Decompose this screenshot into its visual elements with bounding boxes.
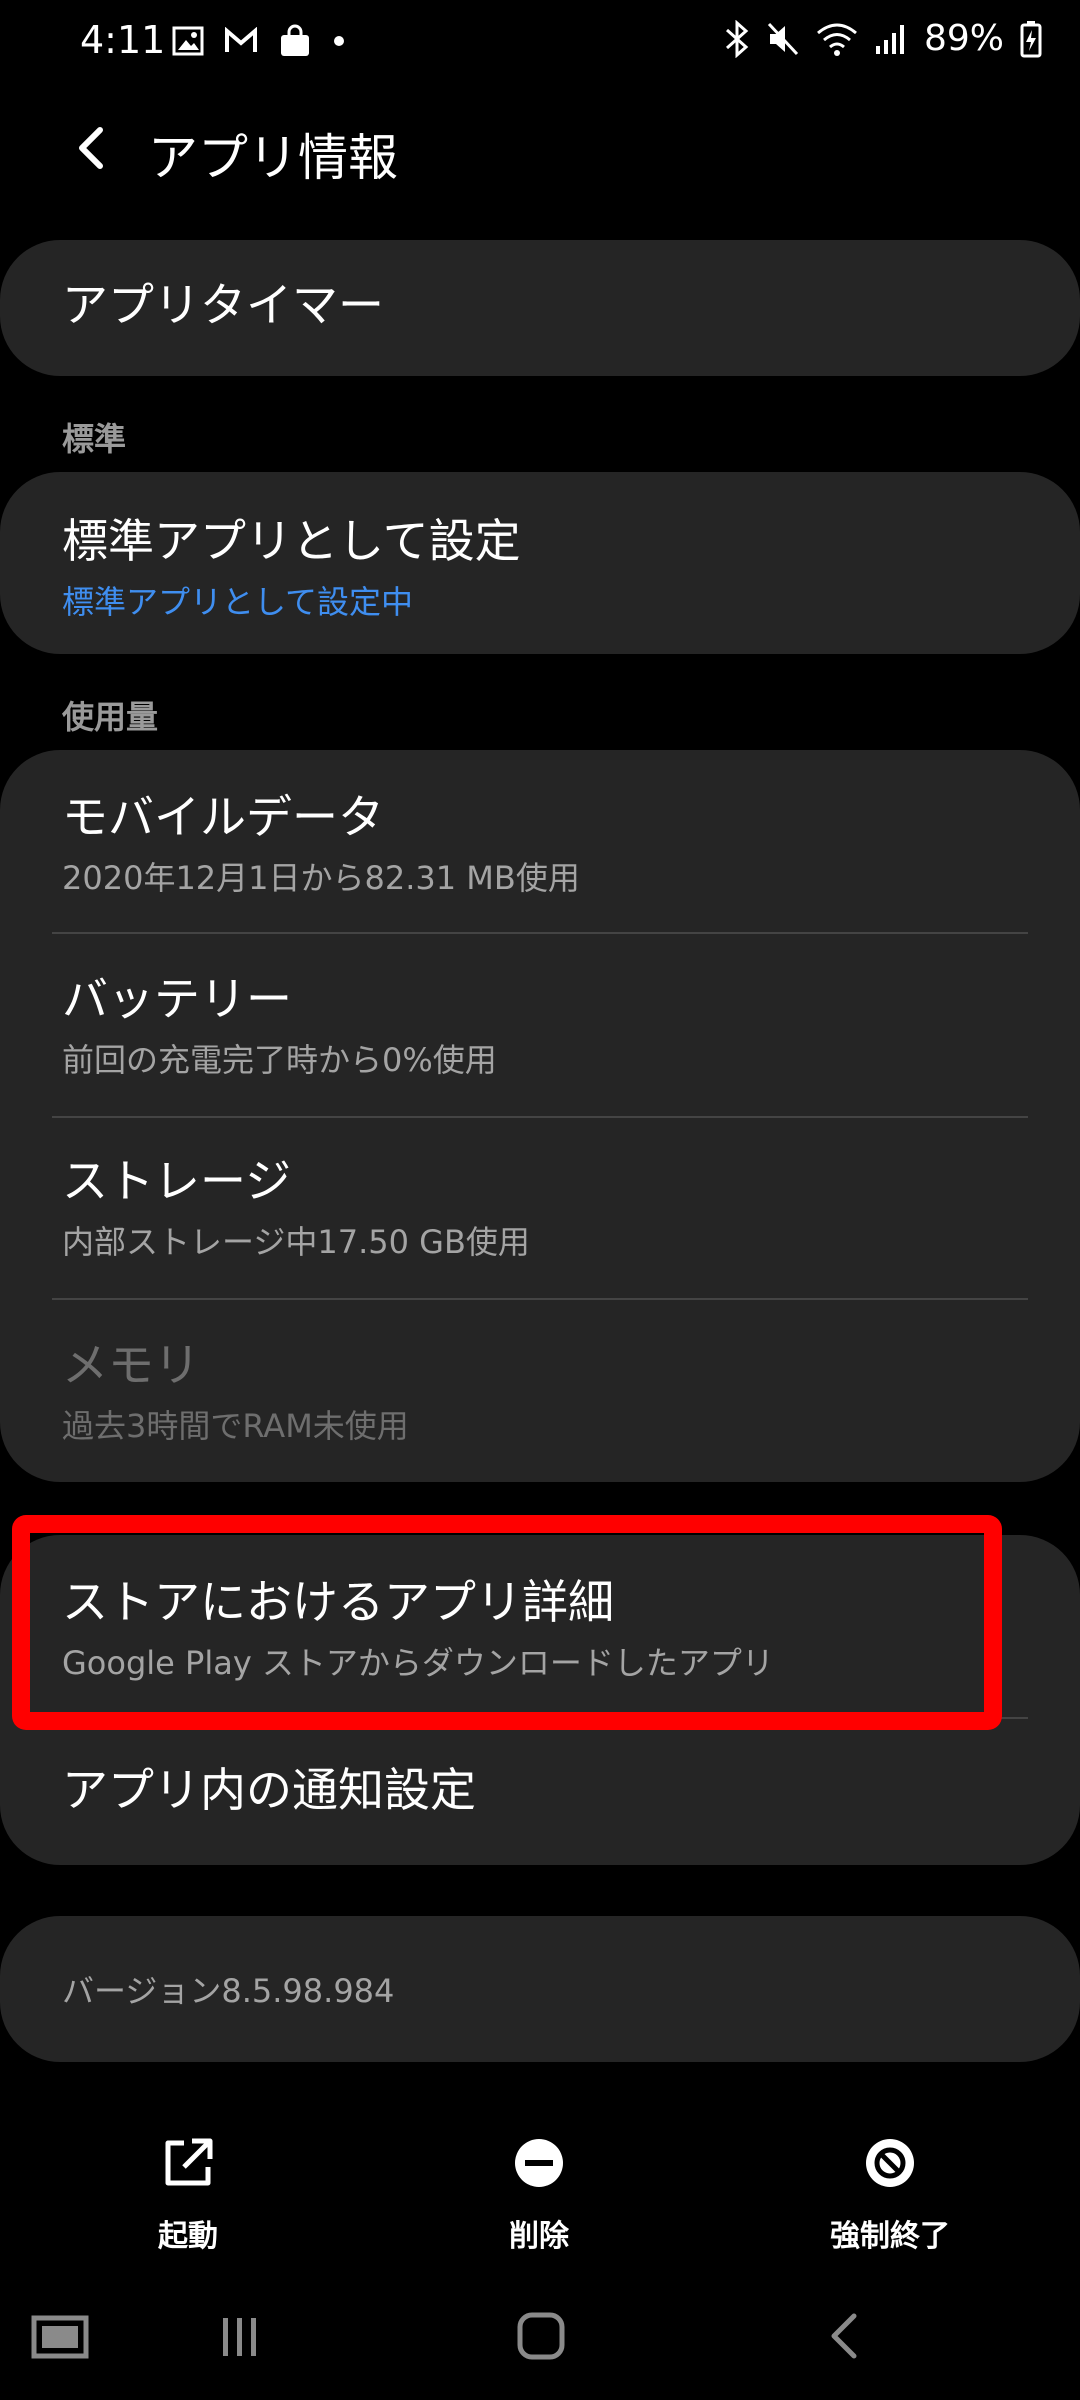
shopping-bag-icon xyxy=(281,24,309,56)
battery-percent: 89% xyxy=(923,18,1004,59)
default-app-title: 標準アプリとして設定 xyxy=(62,514,521,568)
divider xyxy=(52,932,1028,934)
force-stop-button[interactable]: 強制終了 xyxy=(810,2135,970,2255)
navigation-bar xyxy=(0,2290,1080,2400)
default-app-card[interactable]: 標準アプリとして設定 標準アプリとして設定中 xyxy=(0,472,1080,654)
mobile-data-title: モバイルデータ xyxy=(62,790,384,844)
storage-title: ストレージ xyxy=(62,1154,292,1208)
storage-item[interactable]: ストレージ 内部ストレージ中17.50 GB使用 xyxy=(62,1154,1020,1263)
back-arrow-icon[interactable] xyxy=(62,118,122,178)
section-default: 標準 xyxy=(62,420,127,458)
notification-settings-title: アプリ内の通知設定 xyxy=(62,1763,476,1817)
block-icon xyxy=(866,2139,914,2187)
app-timer-card[interactable]: アプリタイマー xyxy=(0,240,1080,376)
divider xyxy=(52,1298,1028,1300)
memory-item: メモリ 過去3時間でRAM未使用 xyxy=(62,1338,1020,1447)
uninstall-button[interactable]: 削除 xyxy=(459,2135,619,2255)
status-time: 4:11 xyxy=(80,18,166,62)
storage-subtitle: 内部ストレージ中17.50 GB使用 xyxy=(62,1223,530,1262)
recent-apps-icon[interactable] xyxy=(215,2312,265,2362)
app-timer-label: アプリタイマー xyxy=(62,278,384,332)
highlight-box xyxy=(12,1515,1002,1730)
mute-icon xyxy=(767,22,799,55)
usage-card: モバイルデータ 2020年12月1日から82.31 MB使用 バッテリー 前回の… xyxy=(0,750,1080,1482)
battery-charging-icon xyxy=(1020,20,1042,57)
remove-circle-icon xyxy=(515,2139,563,2187)
version-card: バージョン8.5.98.984 xyxy=(0,1916,1080,2062)
battery-item[interactable]: バッテリー 前回の充電完了時から0%使用 xyxy=(62,972,1020,1081)
open-label: 起動 xyxy=(158,2219,218,2254)
memory-title: メモリ xyxy=(62,1338,200,1392)
dot-icon xyxy=(334,36,344,46)
battery-subtitle: 前回の充電完了時から0%使用 xyxy=(62,1041,497,1080)
back-nav-icon[interactable] xyxy=(820,2310,870,2362)
default-app-status: 標準アプリとして設定中 xyxy=(62,583,414,622)
force-stop-label: 強制終了 xyxy=(830,2219,950,2254)
action-bar: 起動 削除 強制終了 xyxy=(0,2120,1080,2260)
app-bar: アプリ情報 xyxy=(0,100,1080,200)
open-button[interactable]: 起動 xyxy=(108,2135,268,2255)
status-bar: 4:11 89% xyxy=(0,0,1080,90)
home-icon[interactable] xyxy=(515,2310,567,2362)
version-text: バージョン8.5.98.984 xyxy=(62,1972,395,2010)
open-external-icon xyxy=(165,2138,213,2186)
signal-icon xyxy=(875,24,904,54)
mobile-data-item[interactable]: モバイルデータ 2020年12月1日から82.31 MB使用 xyxy=(62,790,1020,899)
battery-title: バッテリー xyxy=(62,972,292,1026)
bluetooth-icon xyxy=(725,19,749,58)
divider xyxy=(52,1116,1028,1118)
uninstall-label: 削除 xyxy=(509,2219,569,2254)
image-notification-icon xyxy=(172,26,204,56)
mobile-data-subtitle: 2020年12月1日から82.31 MB使用 xyxy=(62,859,580,898)
section-usage: 使用量 xyxy=(62,698,159,736)
wifi-icon xyxy=(817,23,857,56)
page-title: アプリ情報 xyxy=(148,129,398,187)
gmail-icon xyxy=(225,27,257,52)
notification-settings-item[interactable]: アプリ内の通知設定 xyxy=(62,1763,1020,1818)
keyboard-toggle-icon[interactable] xyxy=(30,2312,90,2362)
memory-subtitle: 過去3時間でRAM未使用 xyxy=(62,1407,409,1446)
